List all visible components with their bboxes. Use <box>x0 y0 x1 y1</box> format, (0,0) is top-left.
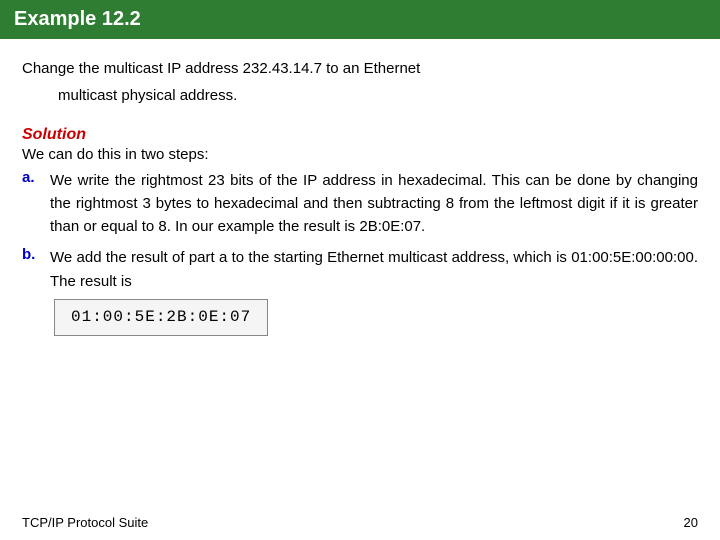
main-content: Change the multicast IP address 232.43.1… <box>0 39 720 354</box>
header-bar: Example 12.2 <box>0 0 720 39</box>
intro-line1: Change the multicast IP address 232.43.1… <box>22 57 698 80</box>
step-label-a: a. <box>22 169 50 186</box>
step-item-b: b. We add the result of part a to the st… <box>22 246 698 335</box>
header-title: Example 12.2 <box>14 8 141 30</box>
footer-left: TCP/IP Protocol Suite <box>22 515 148 530</box>
footer-right: 20 <box>684 515 698 530</box>
footer: TCP/IP Protocol Suite 20 <box>22 515 698 530</box>
solution-label: Solution <box>22 126 698 144</box>
steps-list: a. We write the rightmost 23 bits of the… <box>22 169 698 336</box>
step-content-b: We add the result of part a to the start… <box>50 246 698 335</box>
step-content-a: We write the rightmost 23 bits of the IP… <box>50 169 698 239</box>
step-label-b: b. <box>22 246 50 263</box>
step-item-a: a. We write the rightmost 23 bits of the… <box>22 169 698 239</box>
intro-line2: multicast physical address. <box>58 84 698 107</box>
steps-intro: We can do this in two steps: <box>22 146 698 163</box>
result-box: 01:00:5E:2B:0E:07 <box>54 299 268 336</box>
